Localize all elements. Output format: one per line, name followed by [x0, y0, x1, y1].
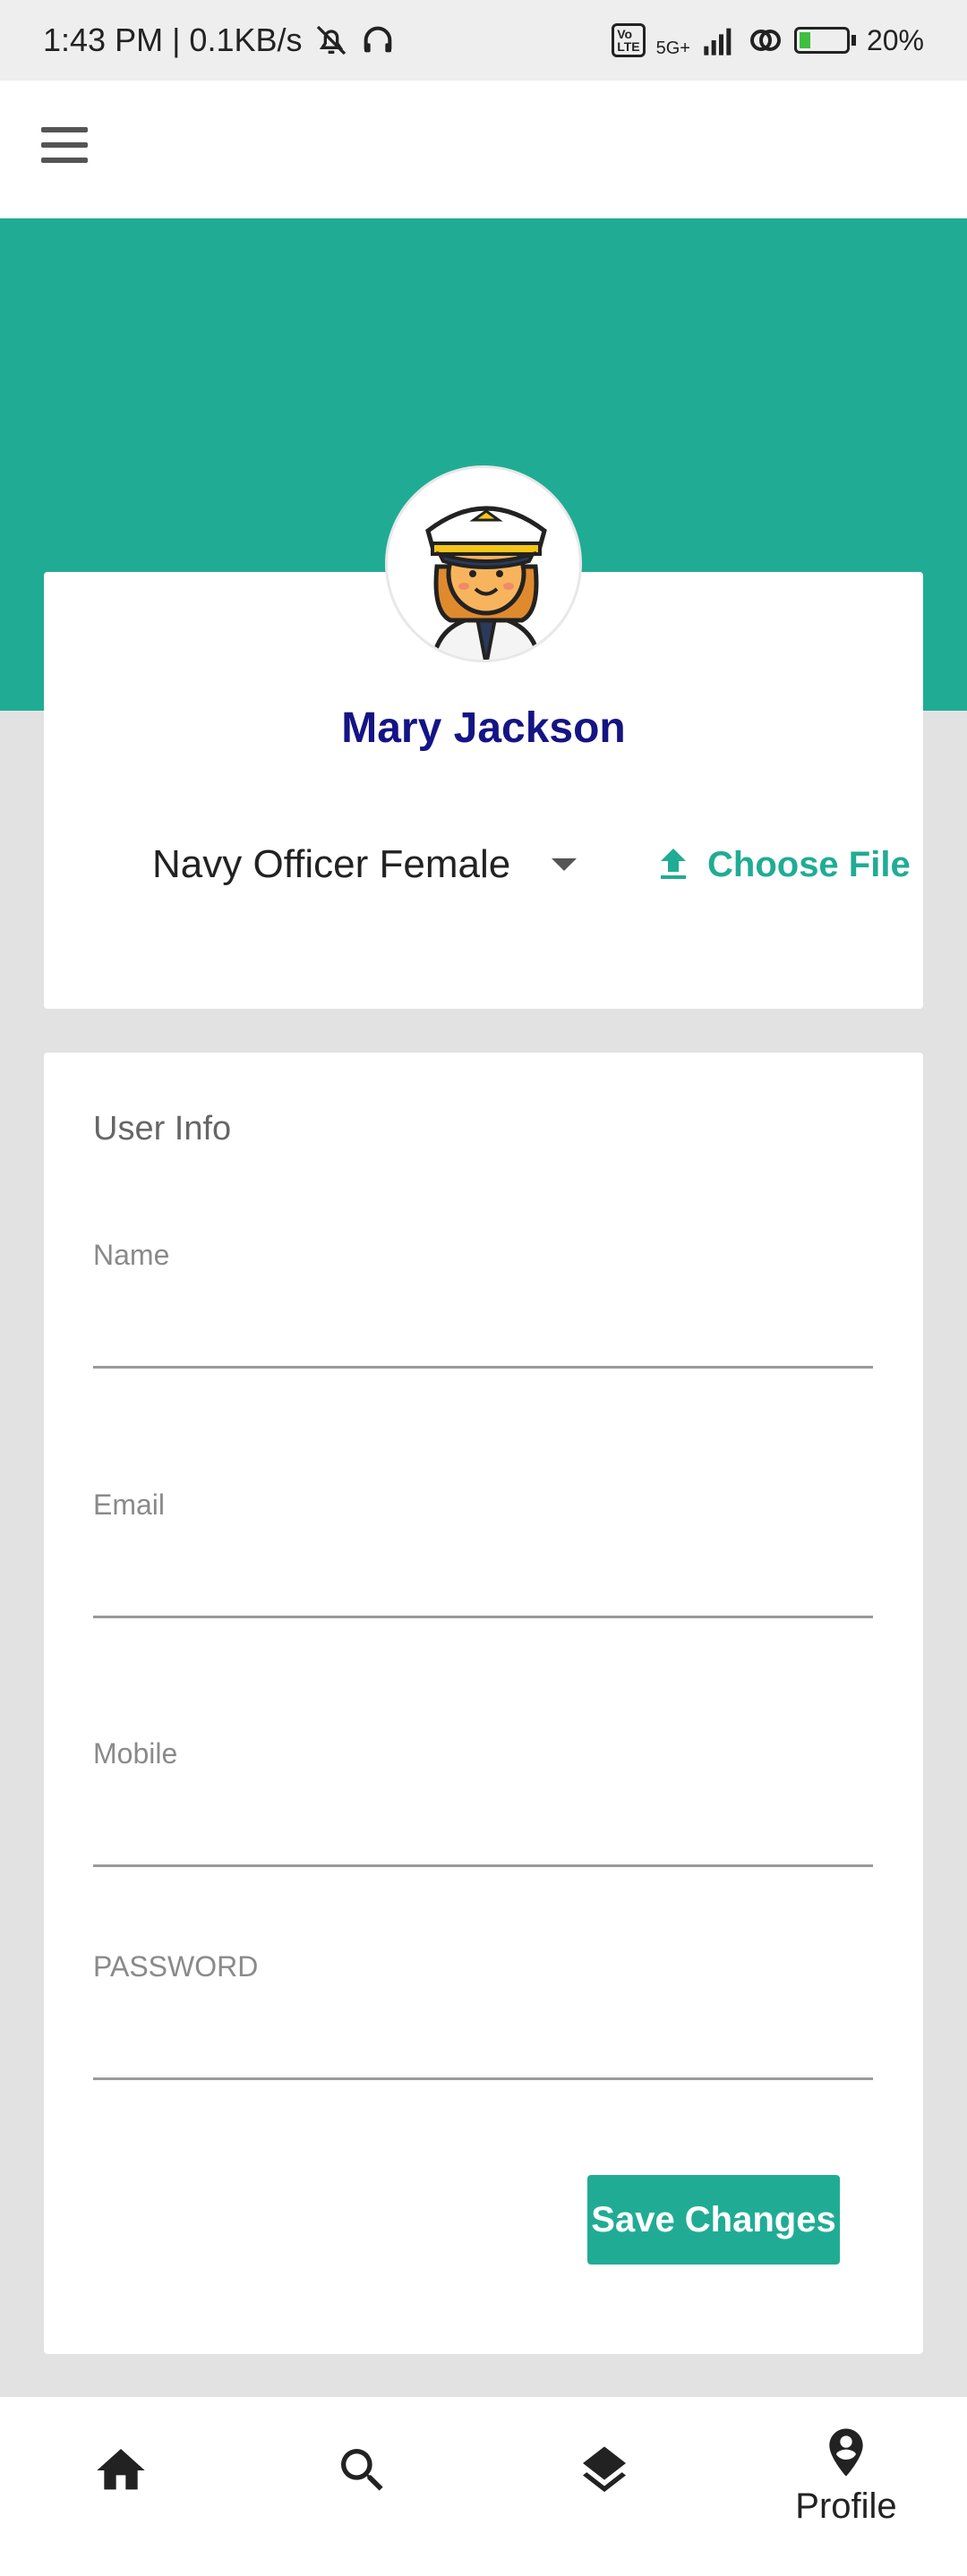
battery-icon [793, 27, 856, 54]
network-type: 5G+ [655, 38, 690, 58]
layers-icon [583, 2446, 626, 2493]
avatar-role-dropdown[interactable]: Navy Officer Female [152, 838, 578, 891]
profile-pin-icon [829, 2428, 863, 2477]
password-label: PASSWORD [93, 1950, 259, 1983]
email-input[interactable] [93, 1556, 873, 1618]
role-selected-value: Navy Officer Female [152, 842, 511, 886]
name-input[interactable] [93, 1306, 873, 1369]
app-bar [0, 81, 967, 218]
volte-icon: Vo LTE [612, 23, 646, 57]
app-screen: 1:43 PM | 0.1KB/s Vo LTE 5G+ 20% Mary Ja… [0, 0, 967, 2576]
status-bar: 1:43 PM | 0.1KB/s Vo LTE 5G+ 20% [0, 0, 967, 81]
email-field: Email [93, 1488, 873, 1618]
status-time-speed: 1:43 PM | 0.1KB/s [43, 21, 303, 58]
mobile-label: Mobile [93, 1737, 178, 1770]
home-icon [97, 2449, 145, 2490]
password-field: PASSWORD [93, 1950, 873, 2080]
nav-search[interactable] [273, 2397, 452, 2499]
nav-profile[interactable]: Profile [757, 2397, 936, 2527]
mobile-field: Mobile [93, 1737, 873, 1867]
headphones-icon [360, 22, 396, 58]
nav-layers[interactable] [515, 2397, 694, 2499]
search-icon [341, 2449, 383, 2491]
user-info-card: User Info Name Email Mobile PASSWORD Sav… [44, 1053, 923, 2354]
bottom-nav: Profile [0, 2397, 967, 2576]
password-input[interactable] [93, 2017, 873, 2080]
name-label: Name [93, 1239, 170, 1271]
battery-percent: 20% [866, 23, 924, 56]
mute-bell-icon [313, 22, 349, 58]
choose-file-button[interactable]: Choose File [652, 838, 911, 891]
dropdown-arrow-icon [552, 858, 578, 871]
avatar[interactable] [385, 465, 582, 662]
mobile-input[interactable] [93, 1804, 873, 1867]
signal-icon [701, 22, 737, 58]
status-right: Vo LTE 5G+ 20% [612, 22, 924, 59]
profile-name: Mary Jackson [341, 704, 626, 752]
link-icon [748, 22, 783, 58]
email-label: Email [93, 1488, 166, 1521]
upload-icon [661, 849, 686, 879]
navy-officer-avatar-icon [425, 506, 547, 660]
choose-file-label: Choose File [707, 844, 911, 884]
section-title: User Info [93, 1110, 232, 1147]
nav-home[interactable] [31, 2397, 210, 2499]
nav-profile-label: Profile [795, 2486, 897, 2526]
hamburger-menu-icon[interactable] [41, 127, 95, 172]
save-changes-button[interactable]: Save Changes [587, 2175, 840, 2265]
name-field: Name [93, 1239, 873, 1369]
status-left: 1:43 PM | 0.1KB/s [43, 21, 396, 59]
